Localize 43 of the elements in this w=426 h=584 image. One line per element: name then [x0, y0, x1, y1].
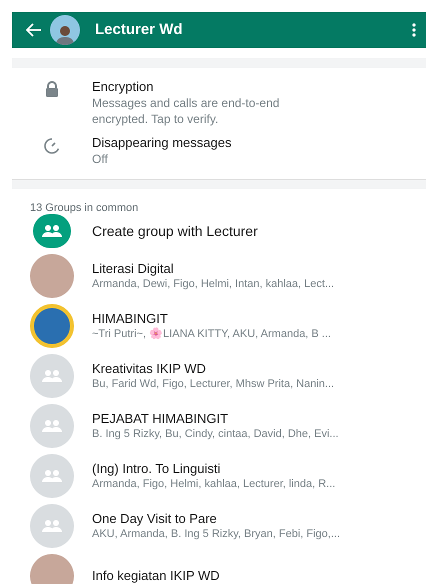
- group-item[interactable]: HIMABINGIT ~Tri Putri~, 🌸LIANA KITTY, AKU, Armanda, B ...: [12, 301, 426, 351]
- people-icon: [41, 519, 63, 533]
- group-members: Armanda, Figo, Helmi, kahlaa, Lecturer, linda, R...: [92, 476, 336, 492]
- back-arrow-icon[interactable]: [26, 23, 42, 37]
- group-members: ~Tri Putri~, 🌸LIANA KITTY, AKU, Armanda, B ...: [92, 326, 331, 342]
- group-item[interactable]: Literasi Digital Armanda, Dewi, Figo, Helmi, Intan, kahlaa, Lect...: [12, 251, 426, 301]
- people-icon: [41, 224, 63, 238]
- profile-avatar[interactable]: [50, 15, 80, 45]
- info-item[interactable]: Disappearing messages Off: [12, 131, 426, 171]
- create-group-item[interactable]: Create group with Lecturer: [12, 211, 426, 251]
- more-options-icon[interactable]: [412, 23, 416, 37]
- people-icon: [41, 369, 63, 383]
- lock-icon: [45, 81, 59, 97]
- info-item[interactable]: Encryption Messages and calls are end-to-end encrypted. Tap to verify.: [12, 75, 426, 131]
- group-logo: [30, 304, 74, 348]
- info-title: Encryption: [92, 79, 154, 95]
- group-name: Info kegiatan IKIP WD: [92, 568, 220, 584]
- group-name: Literasi Digital: [92, 260, 175, 276]
- info-subtitle: Off: [92, 151, 109, 167]
- info-subtitle: Messages and calls are end-to-end encrypted. Tap to verify.: [92, 95, 280, 127]
- group-name: (Ing) Intro. To Linguisti: [92, 460, 222, 476]
- group-name: One Day Visit to Pare: [92, 510, 218, 526]
- group-members: Bu, Farid Wd, Figo, Lecturer, Mhsw Prita, Nanin...: [92, 376, 334, 392]
- group-members: B. Ing 5 Rizky, Bu, Cindy, cintaa, David, Dhe, Evi...: [92, 426, 339, 442]
- create-group-label: Create group with Lecturer: [92, 222, 258, 241]
- group-name: PEJABAT HIMABINGIT: [92, 410, 230, 426]
- timer-icon: [43, 137, 61, 155]
- group-item[interactable]: Info kegiatan IKIP WD: [12, 551, 426, 584]
- info-title: Disappearing messages: [92, 135, 232, 151]
- group-name: Kreativitas IKIP WD: [92, 360, 207, 376]
- group-item[interactable]: Kreativitas IKIP WD Bu, Farid Wd, Figo, Lecturer, Mhsw Prita, Nanin...: [12, 351, 426, 401]
- people-icon: [41, 469, 63, 483]
- group-members: Armanda, Dewi, Figo, Helmi, Intan, kahlaa, Lect...: [92, 276, 334, 292]
- group-members: AKU, Armanda, B. Ing 5 Rizky, Bryan, Febi, Figo,...: [92, 526, 340, 542]
- group-item[interactable]: PEJABAT HIMABINGIT B. Ing 5 Rizky, Bu, Cindy, cintaa, David, Dhe, Evi...: [12, 401, 426, 451]
- contact-name: Lecturer Wd: [95, 20, 183, 40]
- group-name: HIMABINGIT: [92, 310, 169, 326]
- person-icon: [54, 23, 76, 45]
- group-item[interactable]: One Day Visit to Pare AKU, Armanda, B. Ing 5 Rizky, Bryan, Febi, Figo,...: [12, 501, 426, 551]
- group-item[interactable]: (Ing) Intro. To Linguisti Armanda, Figo, Helmi, kahlaa, Lecturer, linda, R...: [12, 451, 426, 501]
- group-photo: [30, 254, 74, 298]
- section-heading: 13 Groups in common: [30, 202, 138, 214]
- people-icon: [41, 419, 63, 433]
